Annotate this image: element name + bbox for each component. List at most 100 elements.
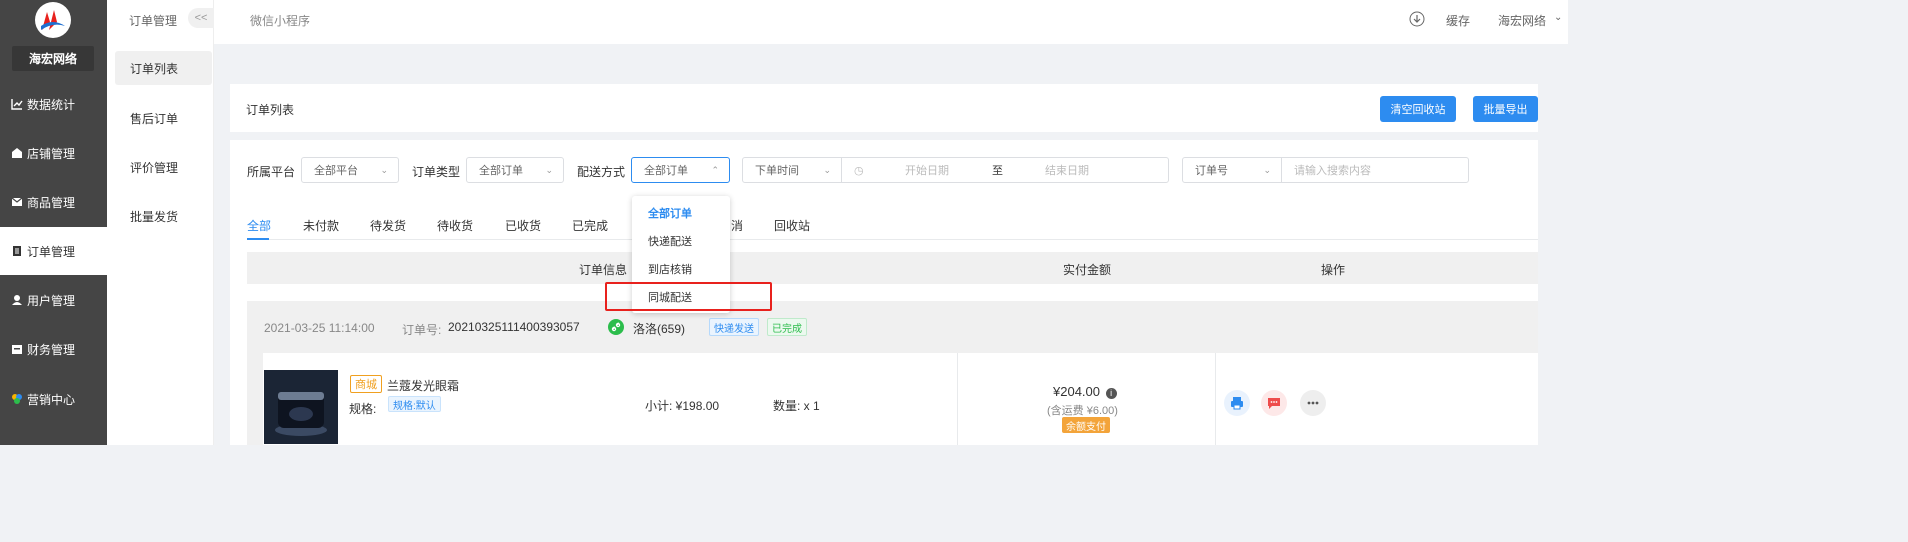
sidebar: 海宏网络 数据统计 店铺管理 商品管理 订单管理 用户管理 财务管理 营销中心: [0, 0, 107, 445]
delivery-option-pickup[interactable]: 到店核销: [632, 255, 730, 283]
nav-item-label: 订单管理: [27, 244, 76, 259]
clear-recycle-button[interactable]: 清空回收站: [1380, 96, 1456, 122]
clock-icon: ◷: [854, 164, 864, 177]
user-icon: [10, 294, 23, 307]
breadcrumb[interactable]: 微信小程序: [250, 12, 310, 29]
clipboard-icon: [10, 245, 23, 258]
nav-item-marketing[interactable]: 营销中心: [0, 375, 107, 423]
paid-amount: ¥204.00 i: [1053, 384, 1117, 399]
submenu-item-order-list[interactable]: 订单列表: [115, 51, 212, 85]
column-divider: [957, 353, 958, 445]
page-header: 订单列表 清空回收站 批量导出: [230, 84, 1538, 132]
nav-item-label: 商品管理: [27, 195, 76, 210]
platform-select-value: 全部平台: [314, 165, 358, 177]
column-order-info: 订单信息: [579, 263, 628, 277]
batch-export-button[interactable]: 批量导出: [1473, 96, 1538, 122]
marketing-icon: [10, 393, 23, 406]
nav-item-label: 营销中心: [27, 392, 76, 407]
nav-item-label: 用户管理: [27, 293, 76, 308]
order-type-select[interactable]: 全部订单 ⌄: [466, 157, 564, 183]
print-button[interactable]: [1224, 390, 1250, 416]
column-paid-amount: 实付金额: [1063, 263, 1112, 277]
product-image[interactable]: [264, 370, 338, 444]
chevron-down-icon: ⌄: [1263, 165, 1271, 175]
tab-to-ship[interactable]: 待发货: [370, 217, 406, 234]
logo-icon: [35, 2, 71, 38]
search-input[interactable]: 请输入搜索内容: [1281, 157, 1469, 183]
nav-item-finance[interactable]: 财务管理: [0, 325, 107, 373]
chevron-down-icon: ⌄: [823, 165, 831, 175]
tab-cancelled[interactable]: 消: [731, 217, 743, 234]
nav-item-goods[interactable]: 商品管理: [0, 178, 107, 226]
search-field-select[interactable]: 订单号 ⌄: [1182, 157, 1282, 183]
product-source-tag: 商城: [350, 375, 382, 393]
printer-icon: [1231, 397, 1243, 410]
nav-item-store[interactable]: 店铺管理: [0, 129, 107, 177]
submenu-item-after-sale[interactable]: 售后订单: [115, 101, 212, 135]
nav-item-label: 数据统计: [27, 97, 76, 112]
freight-note: (含运费 ¥6.00): [1047, 405, 1118, 417]
cache-button[interactable]: 缓存: [1446, 12, 1470, 29]
product-name[interactable]: 兰蔻发光眼霜: [387, 377, 459, 394]
more-icon: [1307, 401, 1319, 405]
chevron-down-icon: ⌄: [380, 165, 388, 175]
download-icon[interactable]: [1409, 11, 1425, 27]
delivery-label: 配送方式: [577, 165, 626, 179]
order-card: 2021-03-25 11:14:00 订单号: 202103251114003…: [247, 301, 1538, 445]
time-type-select-value: 下单时间: [755, 165, 799, 177]
topbar: 微信小程序 缓存 海宏网络 ⌄: [214, 0, 1568, 44]
nav-item-data-stats[interactable]: 数据统计: [0, 80, 107, 128]
wechat-icon: [608, 319, 624, 335]
platform-select[interactable]: 全部平台 ⌄: [301, 157, 399, 183]
delivery-tag: 快递发送: [709, 318, 759, 336]
message-button[interactable]: [1261, 390, 1287, 416]
brand-name: 海宏网络: [12, 46, 94, 71]
collapse-button[interactable]: <<: [188, 8, 214, 28]
nav-item-users[interactable]: 用户管理: [0, 276, 107, 324]
search-input-placeholder: 请输入搜索内容: [1294, 165, 1371, 177]
info-icon[interactable]: i: [1105, 388, 1117, 399]
tab-unpaid[interactable]: 未付款: [303, 217, 339, 234]
page-title: 订单列表: [246, 103, 295, 117]
user-menu[interactable]: 海宏网络: [1498, 12, 1546, 29]
delivery-select[interactable]: 全部订单 ⌃: [631, 157, 730, 183]
order-time: 2021-03-25 11:14:00: [264, 321, 375, 335]
tab-received[interactable]: 已收货: [505, 217, 541, 234]
tab-divider: [247, 239, 1538, 240]
search-field-select-value: 订单号: [1195, 165, 1228, 177]
start-date-input[interactable]: 开始日期: [905, 162, 949, 178]
date-range-picker[interactable]: ◷ 开始日期 至 结束日期: [841, 157, 1169, 183]
submenu-item-reviews[interactable]: 评价管理: [115, 150, 212, 184]
chevron-down-icon[interactable]: ⌄: [1554, 12, 1562, 23]
highlight-box: [605, 282, 772, 311]
chart-line-icon: [10, 98, 23, 111]
subtotal: 小计: ¥198.00: [645, 399, 720, 413]
store-icon: [10, 147, 23, 160]
submenu-heading: 订单管理: [129, 14, 178, 28]
buyer-name[interactable]: 洛洛(659): [633, 320, 685, 337]
delivery-option-all[interactable]: 全部订单: [632, 199, 730, 227]
column-divider: [1215, 353, 1216, 445]
tab-recycle-bin[interactable]: 回收站: [774, 217, 810, 234]
end-date-input[interactable]: 结束日期: [1045, 162, 1089, 178]
mail-icon: [10, 196, 23, 209]
submenu-item-batch-ship[interactable]: 批量发货: [115, 199, 212, 233]
tab-completed[interactable]: 已完成: [572, 217, 608, 234]
submenu: 订单管理 订单列表 售后订单 评价管理 批量发货: [107, 0, 214, 445]
date-range-separator: 至: [992, 165, 1003, 177]
status-badge: 已完成: [767, 318, 807, 336]
tab-to-receive[interactable]: 待收货: [437, 217, 473, 234]
paid-amount-value: ¥204.00: [1053, 384, 1100, 399]
delivery-option-express[interactable]: 快递配送: [632, 227, 730, 255]
tab-all[interactable]: 全部: [247, 217, 271, 234]
type-label: 订单类型: [412, 165, 461, 179]
order-number: 20210325111400393057: [448, 320, 580, 334]
order-header: 2021-03-25 11:14:00 订单号: 202103251114003…: [247, 301, 1538, 353]
finance-icon: [10, 343, 23, 356]
time-type-select[interactable]: 下单时间 ⌄: [742, 157, 842, 183]
more-button[interactable]: [1300, 390, 1326, 416]
quantity: 数量: x 1: [773, 399, 820, 413]
nav-item-orders[interactable]: 订单管理: [0, 227, 107, 275]
nav-item-label: 店铺管理: [27, 146, 76, 161]
table-header: 订单信息 实付金额 操作: [247, 252, 1538, 284]
